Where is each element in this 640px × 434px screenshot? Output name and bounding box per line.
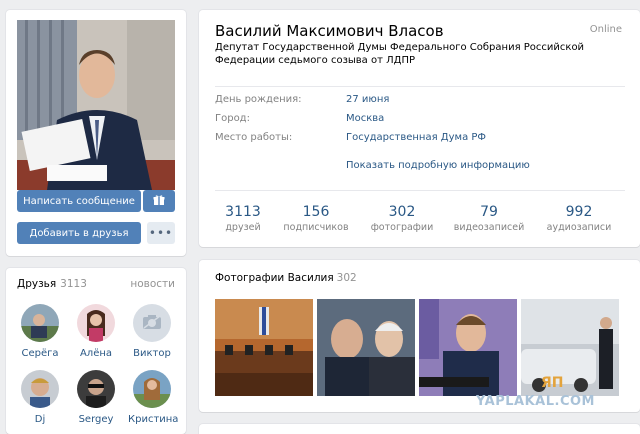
friend-item[interactable]: Серёга [16, 304, 64, 359]
friend-avatar [21, 304, 59, 342]
photo-thumb[interactable] [419, 299, 517, 396]
counter-audio[interactable]: 992 аудиозаписи [538, 204, 620, 233]
info-value[interactable]: 27 июня [346, 94, 389, 105]
friend-item[interactable]: Алёна [72, 304, 120, 359]
avatar-card: Написать сообщение Добавить в друзья ••• [6, 10, 186, 256]
counter-label: друзей [225, 222, 261, 233]
info-label: День рождения: [215, 94, 302, 105]
counter-label: подписчиков [283, 222, 349, 233]
friend-item[interactable]: Виктор [128, 304, 176, 359]
friend-name: Виктор [133, 348, 171, 359]
counter-value: 79 [480, 204, 498, 220]
counter-label: аудиозаписи [546, 222, 612, 233]
photos-count: 302 [336, 272, 357, 284]
friend-name: Dj [34, 414, 46, 425]
friend-avatar [133, 304, 171, 342]
friend-name: Кристина [128, 414, 179, 425]
photo-thumb[interactable] [317, 299, 415, 396]
counter-videos[interactable]: 79 видеозаписей [448, 204, 530, 233]
counter-value: 992 [565, 204, 593, 220]
friends-card: Друзья 3113 новости Серёга Алёна Виктор D… [6, 268, 186, 434]
photos-title: Фотографии Василия [215, 272, 334, 284]
friend-avatar [77, 370, 115, 408]
info-value[interactable]: Москва [346, 113, 384, 124]
counter-label: видеозаписей [453, 222, 525, 233]
info-label: Город: [215, 113, 250, 124]
friend-name: Алёна [79, 348, 113, 359]
counter-followers[interactable]: 156 подписчиков [275, 204, 357, 233]
counter-value: 3113 [225, 204, 261, 220]
photos-header[interactable]: Фотографии Василия 302 [215, 272, 357, 284]
more-actions-button[interactable]: ••• [147, 222, 175, 244]
online-status: Online [589, 24, 622, 35]
photo-thumb[interactable] [215, 299, 313, 396]
watermark-text: YAPLAKAL.COM [476, 394, 595, 409]
friend-avatar [77, 304, 115, 342]
gift-button[interactable] [143, 190, 175, 212]
friend-name: Sergey [78, 414, 114, 425]
camera-icon [142, 314, 162, 333]
counter-photos[interactable]: 302 фотографии [361, 204, 443, 233]
watermark-logo: ЯП [541, 375, 564, 391]
profile-avatar[interactable] [17, 20, 175, 190]
friend-item[interactable]: Dj [16, 370, 64, 425]
info-row-work: Место работы: Государственная Дума РФ [215, 132, 625, 146]
info-value[interactable]: Государственная Дума РФ [346, 132, 486, 143]
gift-icon [153, 194, 165, 209]
divider [215, 190, 625, 191]
info-row-city: Город: Москва [215, 113, 625, 127]
friend-item[interactable]: Кристина [128, 370, 179, 425]
friend-item[interactable]: Sergey [72, 370, 120, 425]
profile-info-card: Василий Максимович Власов Online Депутат… [199, 10, 640, 247]
counter-value: 156 [302, 204, 330, 220]
next-card [199, 424, 640, 434]
counter-label: фотографии [370, 222, 434, 233]
send-message-button[interactable]: Написать сообщение [17, 190, 141, 212]
show-details-link[interactable]: Показать подробную информацию [346, 160, 530, 171]
friends-news-link[interactable]: новости [130, 278, 175, 290]
counter-friends[interactable]: 3113 друзей [202, 204, 284, 233]
info-row-birthday: День рождения: 27 июня [215, 94, 625, 108]
divider [215, 86, 625, 87]
photos-card: Фотографии Василия 302 [199, 260, 640, 412]
counter-value: 302 [388, 204, 416, 220]
friends-count: 3113 [60, 278, 87, 290]
friends-header: Друзья 3113 новости [17, 278, 175, 292]
add-friend-button[interactable]: Добавить в друзья [17, 222, 141, 244]
friend-avatar [21, 370, 59, 408]
photo-thumb[interactable] [521, 299, 619, 396]
friends-title[interactable]: Друзья [17, 278, 56, 290]
friend-avatar [133, 370, 171, 408]
profile-status: Депутат Государственной Думы Федеральног… [215, 42, 585, 66]
friend-name: Серёга [21, 348, 59, 359]
profile-name: Василий Максимович Власов [215, 22, 444, 40]
info-label: Место работы: [215, 132, 293, 143]
